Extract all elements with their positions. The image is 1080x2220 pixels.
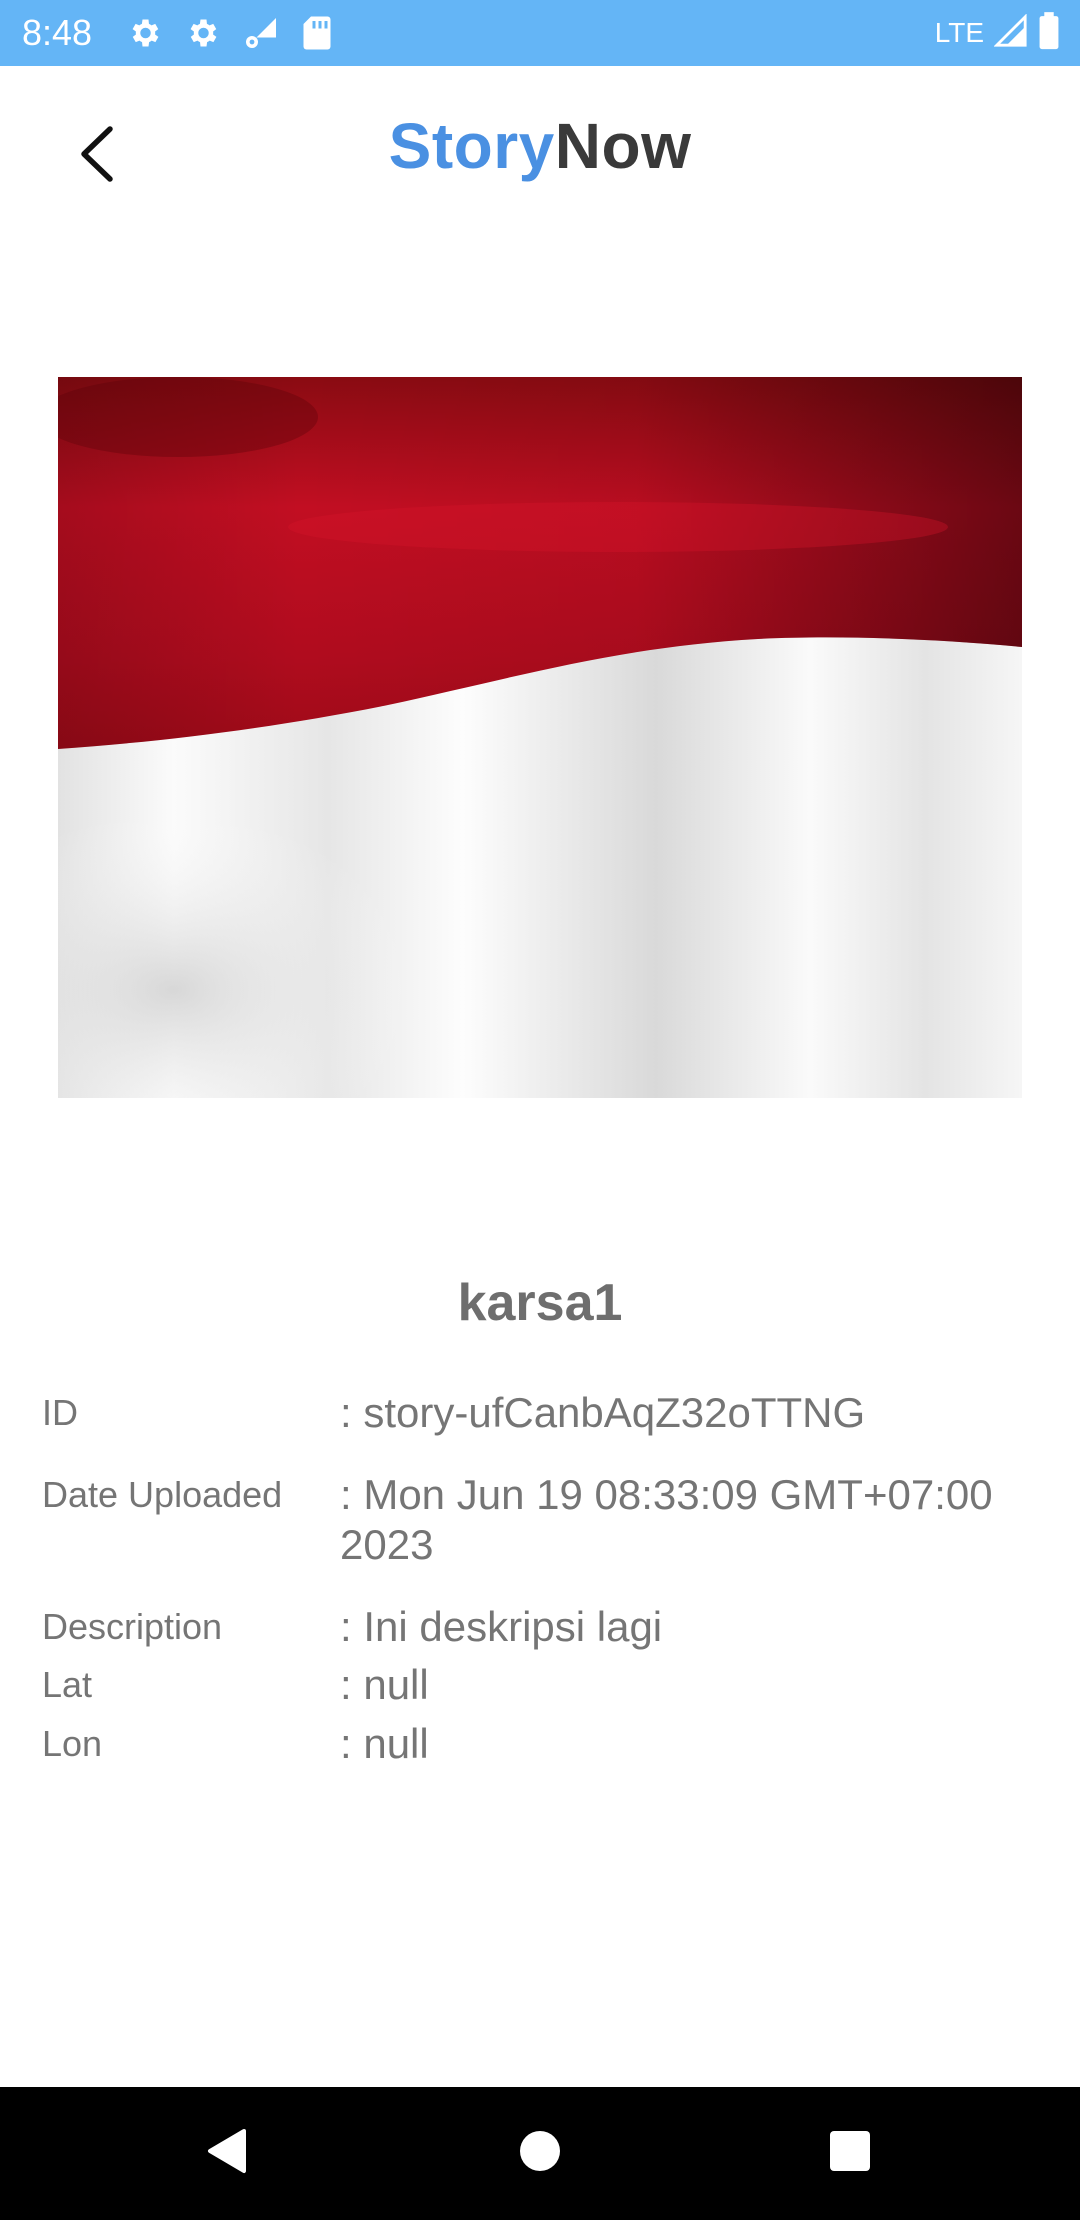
nav-home-button[interactable]	[480, 2087, 600, 2220]
app-title: StoryNow	[0, 106, 1080, 186]
app-title-now: Now	[554, 110, 692, 182]
detail-label: Date Uploaded	[42, 1474, 283, 1515]
detail-value: : story-ufCanbAqZ32oTTNG	[340, 1389, 866, 1436]
story-image	[58, 377, 1022, 1098]
detail-label: Description	[42, 1606, 223, 1647]
nav-back-icon	[204, 2127, 248, 2180]
detail-label: ID	[42, 1392, 78, 1433]
nav-home-icon	[518, 2129, 562, 2178]
settings-gear-icon	[126, 15, 162, 51]
status-bar: 8:48 LTE	[0, 0, 1080, 66]
detail-value: : null	[340, 1720, 429, 1767]
nav-recents-button[interactable]	[790, 2087, 910, 2220]
app-title-story: Story	[388, 110, 555, 182]
status-notification-icons	[126, 14, 332, 52]
battery-icon	[1038, 11, 1060, 55]
status-right: LTE	[934, 11, 1060, 55]
sd-card-icon	[302, 15, 332, 51]
status-time: 8:48	[22, 12, 93, 53]
settings-gear-icon	[184, 15, 220, 51]
detail-label: Lon	[42, 1723, 103, 1764]
detail-value: : null	[340, 1661, 429, 1708]
app-bar: StoryNow	[0, 66, 1080, 236]
system-nav-bar	[0, 2087, 1080, 2220]
detail-value: : Ini deskripsi lagi	[340, 1603, 663, 1650]
nav-back-button[interactable]	[166, 2087, 286, 2220]
network-type: LTE	[934, 17, 984, 48]
nav-recents-icon	[828, 2129, 872, 2178]
detail-value: : Mon Jun 19 08:33:09 GMT+07:00 2023	[340, 1471, 993, 1568]
signal-icon	[993, 12, 1028, 53]
detail-label: Lat	[42, 1664, 93, 1705]
author-name: karsa1	[457, 1274, 623, 1332]
network-activity-icon	[242, 15, 280, 51]
